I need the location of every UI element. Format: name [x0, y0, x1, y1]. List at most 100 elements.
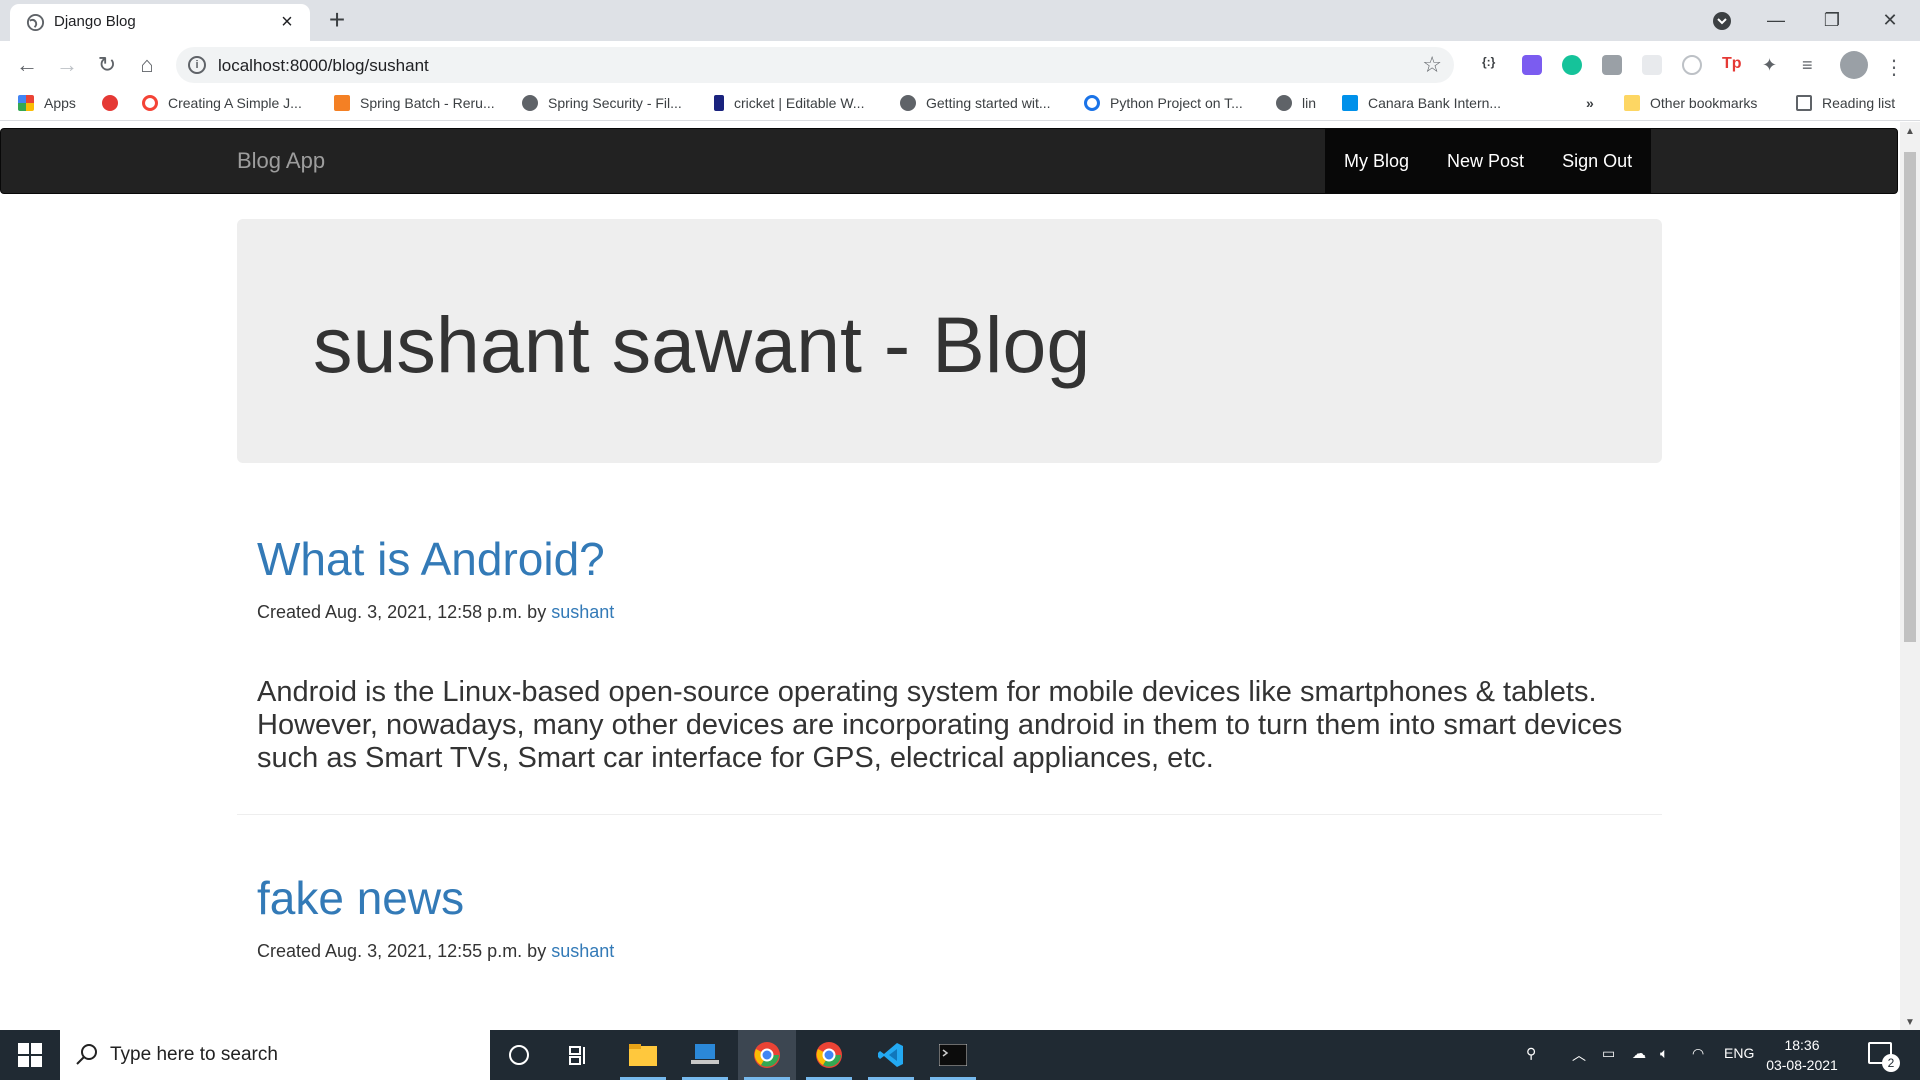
vscode-icon[interactable] [862, 1030, 920, 1080]
notification-center-icon[interactable]: 2 [1868, 1042, 1900, 1072]
bookmark-lin[interactable]: lin [1276, 95, 1316, 115]
browser-toolbar: ← → ↻ ⌂ i localhost:8000/blog/sushant ☆ … [0, 41, 1920, 89]
nav-sign-out[interactable]: Sign Out [1543, 129, 1651, 193]
bookmark-star-icon[interactable]: ☆ [1422, 52, 1442, 78]
post-item: fake news Created Aug. 3, 2021, 12:55 p.… [237, 871, 1662, 1030]
stackoverflow-icon [334, 95, 350, 111]
folder-icon [1624, 95, 1640, 111]
media-control-icon[interactable]: ≡ [1802, 55, 1822, 75]
extension-gray-icon[interactable] [1602, 55, 1622, 75]
bookmark-spring-security[interactable]: Spring Security - Fil... [522, 95, 682, 115]
restore-button[interactable]: ❐ [1812, 6, 1852, 36]
system-clock[interactable]: 18:36 03-08-2021 [1762, 1035, 1842, 1075]
file-explorer-icon[interactable] [614, 1030, 672, 1080]
post-created-text: Created Aug. 3, 2021, 12:55 p.m. by [257, 941, 547, 961]
taskbar-search[interactable]: Type here to search [60, 1030, 490, 1080]
json-extension-icon[interactable]: {:} [1482, 55, 1502, 75]
page-viewport: Blog App My Blog New Post Sign Out susha… [0, 122, 1900, 1030]
globe-icon [1276, 95, 1292, 111]
site-info-icon[interactable]: i [188, 56, 206, 74]
chrome-taskbar-icon[interactable] [738, 1030, 796, 1080]
wifi-icon[interactable]: ◠ [1692, 1045, 1704, 1062]
post-body: Android is the Linux-based open-source o… [257, 676, 1623, 774]
tp-extension-icon[interactable]: Tp [1722, 55, 1742, 75]
terminal-icon[interactable] [924, 1030, 982, 1080]
extension-purple-icon[interactable] [1522, 55, 1542, 75]
bookmark-creating-simple[interactable]: Creating A Simple J... [142, 95, 302, 115]
clock-date: 03-08-2021 [1766, 1057, 1838, 1073]
start-button[interactable] [0, 1030, 60, 1080]
post-created-text: Created Aug. 3, 2021, 12:58 p.m. by [257, 602, 547, 622]
onedrive-icon[interactable]: ☁ [1632, 1045, 1646, 1062]
reload-button[interactable]: ↻ [92, 50, 122, 80]
browser-tab-strip: Django Blog × + — ❐ ✕ [0, 0, 1920, 41]
address-bar[interactable]: i localhost:8000/blog/sushant ☆ [176, 47, 1454, 83]
laptop-app-icon[interactable] [676, 1030, 734, 1080]
bookmark-cricket[interactable]: cricket | Editable W... [714, 95, 864, 115]
bookmark-getting-started[interactable]: Getting started wit... [900, 95, 1051, 115]
bookmark-other[interactable]: Other bookmarks [1624, 95, 1757, 115]
app-navbar: Blog App My Blog New Post Sign Out [0, 128, 1898, 194]
language-indicator[interactable]: ENG [1724, 1045, 1754, 1061]
close-window-button[interactable]: ✕ [1870, 6, 1910, 36]
people-icon[interactable]: ⚲ [1526, 1045, 1536, 1062]
scroll-up-arrow[interactable]: ▲ [1905, 126, 1915, 137]
grammarly-icon[interactable] [1562, 55, 1582, 75]
tray-chevron-icon[interactable]: ︿ [1572, 1045, 1586, 1065]
reading-list-button[interactable]: Reading list [1796, 95, 1895, 115]
refresh-circle-icon [1084, 95, 1100, 111]
opera-icon [142, 95, 158, 111]
navbar-right: My Blog New Post Sign Out [1325, 129, 1652, 193]
clock-time: 18:36 [1784, 1037, 1820, 1053]
extension-circle-icon[interactable] [1682, 55, 1702, 75]
new-tab-button[interactable]: + [322, 6, 352, 36]
minimize-button[interactable]: — [1756, 6, 1796, 36]
chrome-menu-icon[interactable]: ⋮ [1884, 55, 1904, 79]
globe-icon [900, 95, 916, 111]
music-icon [102, 95, 118, 111]
brand-link[interactable]: Blog App [237, 148, 325, 174]
extensions-puzzle-icon[interactable]: ✦ [1762, 55, 1782, 75]
bookmark-youtube-music[interactable] [102, 95, 128, 115]
bookmark-python-project[interactable]: Python Project on T... [1084, 95, 1243, 115]
forward-button[interactable]: → [52, 50, 82, 80]
extension-blank-icon[interactable] [1642, 55, 1662, 75]
cortana-icon[interactable] [490, 1030, 548, 1080]
windows-taskbar: Type here to search ⚲ ︿ ▭ ☁ 🔈︎ ◠ ENG 18:… [0, 1030, 1920, 1080]
search-placeholder: Type here to search [110, 1044, 278, 1065]
scrollbar-thumb[interactable] [1904, 152, 1916, 642]
post-meta: Created Aug. 3, 2021, 12:58 p.m. by sush… [257, 602, 614, 623]
search-icon [76, 1044, 97, 1065]
battery-icon[interactable]: ▭ [1602, 1045, 1615, 1062]
windows-logo-icon [18, 1043, 42, 1067]
home-button[interactable]: ⌂ [132, 50, 162, 80]
jumbotron: sushant sawant - Blog [237, 219, 1662, 463]
volume-icon[interactable]: 🔈︎ [1660, 1045, 1668, 1062]
bookmark-apps[interactable]: Apps [18, 95, 76, 115]
close-icon[interactable]: × [276, 11, 298, 33]
globe-icon [26, 13, 45, 32]
globe-icon [522, 95, 538, 111]
back-button[interactable]: ← [12, 50, 42, 80]
chrome-profile-taskbar-icon[interactable] [800, 1030, 858, 1080]
post-author-link[interactable]: sushant [551, 602, 614, 622]
post-title-link[interactable]: fake news [257, 871, 464, 925]
post-author-link[interactable]: sushant [551, 941, 614, 961]
scroll-down-arrow[interactable]: ▼ [1905, 1017, 1915, 1028]
reading-list-icon [1796, 95, 1812, 111]
url-text: localhost:8000/blog/sushant [218, 56, 429, 75]
page-scrollbar[interactable]: ▲ ▼ [1900, 122, 1920, 1030]
post-title-link[interactable]: What is Android? [257, 532, 605, 586]
bookmarks-overflow-chevron[interactable]: » [1586, 95, 1594, 115]
apps-grid-icon [18, 95, 34, 111]
profile-avatar[interactable] [1840, 51, 1868, 79]
bookmark-canara-bank[interactable]: Canara Bank Intern... [1342, 95, 1501, 115]
tab-search-icon[interactable] [1702, 6, 1742, 36]
page-title: sushant sawant - Blog [313, 300, 1091, 389]
browser-tab[interactable]: Django Blog × [10, 4, 310, 41]
bookmark-spring-batch[interactable]: Spring Batch - Reru... [334, 95, 495, 115]
task-view-icon[interactable] [550, 1030, 608, 1080]
nav-my-blog[interactable]: My Blog [1325, 129, 1428, 193]
post-item: What is Android? Created Aug. 3, 2021, 1… [237, 532, 1662, 782]
nav-new-post[interactable]: New Post [1428, 129, 1543, 193]
